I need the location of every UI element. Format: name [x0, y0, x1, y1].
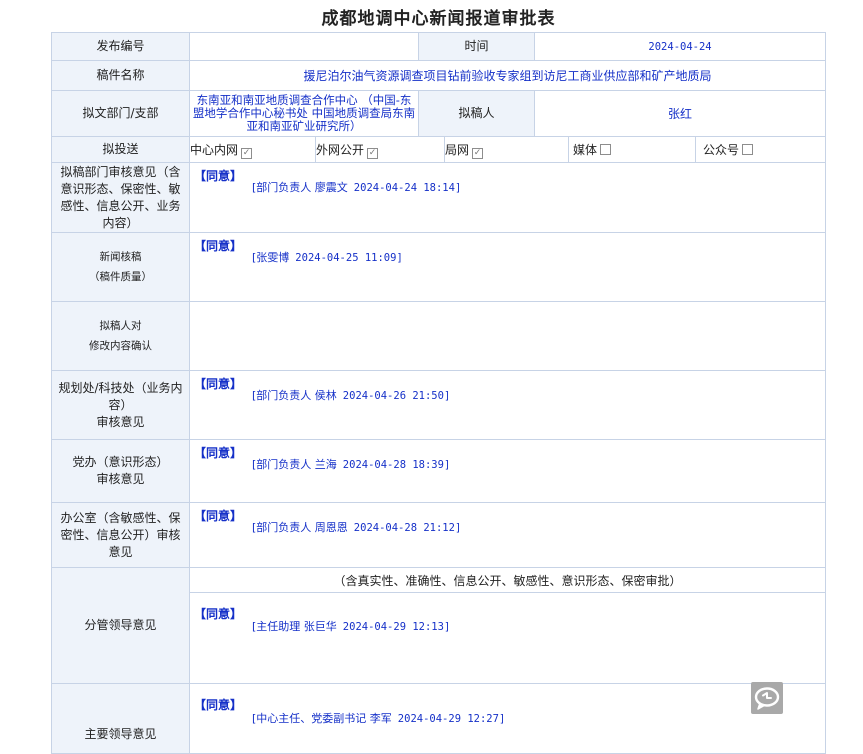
- main-leader-review-opinion: 【同意】 [中心主任、党委副书记 李军 2024-04-29 12:27]: [188, 683, 827, 754]
- signature: [部门负责人 侯林 2024-04-26 21:50]: [252, 389, 451, 402]
- publish-no-label: 发布编号: [51, 32, 190, 61]
- party-office-review-label: 党办（意识形态） 审核意见: [51, 439, 190, 503]
- row-leader-review-note: 分管领导意见 （含真实性、准确性、信息公开、敏感性、意识形态、保密审批）: [51, 567, 827, 684]
- news-proofread-opinion: 【同意】 [张雯博 2024-04-25 11:09]: [188, 232, 827, 302]
- row-publish-no: 发布编号 时间 2024-04-24: [51, 32, 827, 61]
- publish-no-value: [189, 32, 419, 61]
- checkbox-wechat[interactable]: [742, 144, 754, 155]
- row-main-leader-review: 主要领导意见 【同意】 [中心主任、党委副书记 李军 2024-04-29 12:…: [51, 683, 827, 754]
- general-office-review-label: 办公室（含敏感性、保密性、信息公开）审核意见: [51, 502, 190, 568]
- leader-review-label: 分管领导意见: [51, 567, 190, 684]
- row-drafter-confirm: 拟稿人对 修改内容确认: [51, 301, 827, 371]
- channel-public[interactable]: 外网公开 ✓: [315, 136, 445, 163]
- signature: [部门负责人 廖震文 2024-04-24 18:14]: [252, 181, 462, 194]
- channel-media[interactable]: 媒体: [568, 136, 697, 163]
- agree-mark: 【同意】: [194, 446, 243, 460]
- drafting-dept-value: 东南亚和南亚地质调查合作中心 （中国-东盟地学合作中心秘书处 中国地质调查局东南…: [189, 90, 419, 137]
- manuscript-name-value: 援尼泊尔油气资源调查项目钻前验收专家组到访尼工商业供应部和矿产地质局: [188, 60, 827, 91]
- checkbox-media[interactable]: [600, 144, 612, 155]
- main-leader-review-label: 主要领导意见: [51, 683, 190, 754]
- row-general-office-review: 办公室（含敏感性、保密性、信息公开）审核意见 【同意】 [部门负责人 周恩恩 20…: [51, 502, 827, 568]
- row-manuscript-name: 稿件名称 援尼泊尔油气资源调查项目钻前验收专家组到访尼工商业供应部和矿产地质局: [51, 60, 827, 91]
- drafter-label: 拟稿人: [417, 90, 536, 137]
- chat-bubble-icon[interactable]: [751, 682, 783, 714]
- time-label: 时间: [417, 32, 536, 61]
- row-send-to: 拟投送 中心内网 ✓ 外网公开 ✓ 局网 ✓ 媒体 公众号: [51, 136, 827, 163]
- agree-mark: 【同意】: [194, 698, 243, 712]
- agree-mark: 【同意】: [194, 509, 243, 523]
- signature: [部门负责人 周恩恩 2024-04-28 21:12]: [252, 521, 462, 534]
- drafter-value: 张红: [534, 90, 827, 137]
- drafter-confirm-label: 拟稿人对 修改内容确认: [51, 301, 190, 371]
- time-value: 2024-04-24: [534, 32, 827, 61]
- drafting-dept-label: 拟文部门/支部: [51, 90, 190, 137]
- planning-review-label: 规划处/科技处（业务内容） 审核意见: [51, 370, 190, 440]
- channel-intranet[interactable]: 中心内网 ✓: [189, 136, 316, 163]
- signature: [主任助理 张巨华 2024-04-29 12:13]: [252, 620, 451, 633]
- channel-wechat[interactable]: 公众号: [695, 136, 827, 163]
- drafter-confirm-opinion: [188, 301, 827, 371]
- signature: [部门负责人 兰海 2024-04-28 18:39]: [252, 458, 451, 471]
- drafting-dept-review-opinion: 【同意】 [部门负责人 廖震文 2024-04-24 18:14]: [188, 162, 827, 233]
- page-title: 成都地调中心新闻报道审批表: [321, 9, 556, 29]
- leader-review-note: （含真实性、准确性、信息公开、敏感性、意识形态、保密审批）: [188, 567, 827, 593]
- agree-mark: 【同意】: [194, 377, 243, 391]
- agree-mark: 【同意】: [194, 239, 243, 253]
- row-party-office-review: 党办（意识形态） 审核意见 【同意】 [部门负责人 兰海 2024-04-28 1…: [51, 439, 827, 503]
- general-office-review-opinion: 【同意】 [部门负责人 周恩恩 2024-04-28 21:12]: [188, 502, 827, 568]
- signature: [中心主任、党委副书记 李军 2024-04-29 12:27]: [252, 712, 506, 725]
- checkbox-bureau-net[interactable]: ✓: [472, 147, 484, 159]
- checkbox-public[interactable]: ✓: [367, 147, 379, 159]
- channel-bureau-net[interactable]: 局网 ✓: [443, 136, 570, 163]
- leader-review-opinion: 【同意】 [主任助理 张巨华 2024-04-29 12:13]: [188, 592, 827, 684]
- row-drafting-dept: 拟文部门/支部 东南亚和南亚地质调查合作中心 （中国-东盟地学合作中心秘书处 中…: [51, 90, 827, 137]
- row-drafting-dept-review: 拟稿部门审核意见（含意识形态、保密性、敏感性、信息公开、业务内容） 【同意】 […: [51, 162, 827, 233]
- planning-review-opinion: 【同意】 [部门负责人 侯林 2024-04-26 21:50]: [188, 370, 827, 440]
- news-proofread-label: 新闻核稿 （稿件质量）: [51, 232, 190, 302]
- send-to-label: 拟投送: [51, 136, 190, 163]
- row-planning-review: 规划处/科技处（业务内容） 审核意见 【同意】 [部门负责人 侯林 2024-04…: [51, 370, 827, 440]
- agree-mark: 【同意】: [194, 607, 243, 621]
- manuscript-name-label: 稿件名称: [51, 60, 190, 91]
- drafting-dept-review-label: 拟稿部门审核意见（含意识形态、保密性、敏感性、信息公开、业务内容）: [51, 162, 190, 233]
- agree-mark: 【同意】: [194, 169, 243, 183]
- checkbox-intranet[interactable]: ✓: [241, 147, 253, 159]
- party-office-review-opinion: 【同意】 [部门负责人 兰海 2024-04-28 18:39]: [188, 439, 827, 503]
- approval-form: 发布编号 时间 2024-04-24 稿件名称 援尼泊尔油气资源调查项目钻前验收…: [51, 32, 827, 754]
- row-news-proofread: 新闻核稿 （稿件质量） 【同意】 [张雯博 2024-04-25 11:09]: [51, 232, 827, 302]
- signature: [张雯博 2024-04-25 11:09]: [252, 251, 403, 264]
